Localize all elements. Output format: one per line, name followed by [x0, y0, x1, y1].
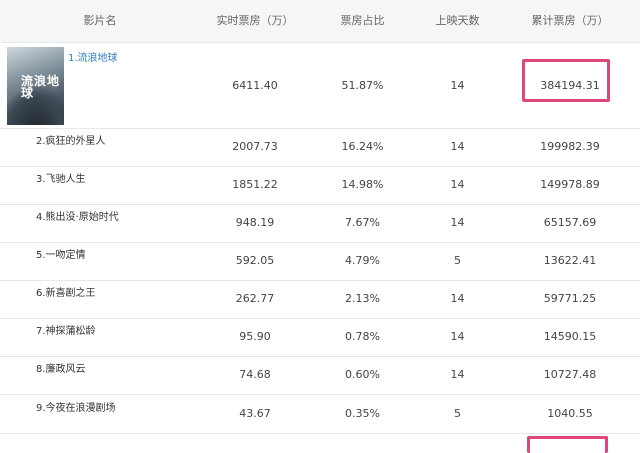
days-in-release: 14: [450, 79, 465, 92]
table-row[interactable]: 5.一吻定情 592.05 4.79% 5 13622.41: [0, 243, 640, 281]
realtime-box-office: 6411.40: [232, 79, 278, 92]
box-office-share: 0.35%: [345, 407, 380, 420]
days-in-release: 5: [454, 407, 461, 420]
film-name: 9.今夜在浪漫剧场: [36, 403, 116, 414]
table-row[interactable]: 8.廉政风云 74.68 0.60% 14 10727.48: [0, 357, 640, 395]
box-office-share: 16.24%: [341, 140, 384, 153]
days-in-release: 14: [450, 140, 465, 153]
box-office-share: 0.78%: [345, 330, 380, 343]
total-box-office: 199982.39: [540, 140, 600, 153]
days-in-release: 14: [450, 292, 465, 305]
total-box-office: 10727.48: [543, 368, 597, 381]
realtime-box-office: 262.77: [235, 292, 275, 305]
box-office-share: 14.98%: [341, 178, 384, 191]
table-row[interactable]: 9.今夜在浪漫剧场 43.67 0.35% 5 1040.55: [0, 395, 640, 434]
table-row[interactable]: 6.新喜剧之王 262.77 2.13% 14 59771.25: [0, 281, 640, 319]
film-name: 5.一吻定情: [36, 250, 86, 261]
column-header-realtime-box-office: 实时票房（万）: [216, 14, 294, 27]
table-row[interactable]: 2.疯狂的外星人 2007.73 16.24% 14 199982.39: [0, 129, 640, 167]
days-in-release: 14: [450, 216, 465, 229]
film-name: 8.廉政风云: [36, 364, 86, 375]
box-office-share: 2.13%: [345, 292, 380, 305]
total-box-office: 14590.15: [543, 330, 597, 343]
column-header-days: 上映天数: [435, 14, 480, 27]
film-name: 2.疯狂的外星人: [36, 136, 106, 147]
box-office-share: 7.67%: [345, 216, 380, 229]
total-box-office: 1040.55: [547, 407, 593, 420]
column-header-total-box-office: 累计票房（万）: [531, 14, 609, 27]
box-office-share: 0.60%: [345, 368, 380, 381]
realtime-box-office: 1851.22: [232, 178, 278, 191]
days-in-release: 14: [450, 368, 465, 381]
table-row[interactable]: 7.神探蒲松龄 95.90 0.78% 14 14590.15: [0, 319, 640, 357]
film-name: 7.神探蒲松龄: [36, 326, 96, 337]
realtime-box-office: 43.67: [239, 407, 271, 420]
highlight-box-partial: [527, 436, 608, 453]
total-box-office: 13622.41: [543, 254, 597, 267]
column-header-share: 票房占比: [340, 14, 385, 27]
table-header: 影片名 实时票房（万） 票房占比 上映天数 累计票房（万）: [0, 0, 640, 43]
table-row[interactable]: 4.熊出没·原始时代 948.19 7.67% 14 65157.69: [0, 205, 640, 243]
movie-poster[interactable]: 流浪地球: [7, 47, 64, 125]
days-in-release: 5: [454, 254, 461, 267]
poster-title: 流浪地球: [21, 74, 61, 100]
days-in-release: 14: [450, 330, 465, 343]
realtime-box-office: 592.05: [235, 254, 275, 267]
total-box-office: 59771.25: [543, 292, 597, 305]
table-row[interactable]: 3.飞驰人生 1851.22 14.98% 14 149978.89: [0, 167, 640, 205]
box-office-table: 影片名 实时票房（万） 票房占比 上映天数 累计票房（万） 流浪地球 1.流浪地…: [0, 0, 640, 453]
realtime-box-office: 95.90: [239, 330, 271, 343]
realtime-box-office: 948.19: [235, 216, 275, 229]
film-name: 3.飞驰人生: [36, 174, 86, 185]
film-name: 6.新喜剧之王: [36, 288, 96, 299]
column-header-film-name: 影片名: [83, 14, 117, 27]
realtime-box-office: 74.68: [239, 368, 271, 381]
days-in-release: 14: [450, 178, 465, 191]
total-box-office: 149978.89: [540, 178, 600, 191]
highlight-box: [522, 59, 610, 102]
box-office-share: 4.79%: [345, 254, 380, 267]
total-box-office: 65157.69: [543, 216, 597, 229]
box-office-share: 51.87%: [341, 79, 384, 92]
film-name-link[interactable]: 1.流浪地球: [68, 49, 118, 64]
realtime-box-office: 2007.73: [232, 140, 278, 153]
film-name: 4.熊出没·原始时代: [36, 212, 119, 223]
